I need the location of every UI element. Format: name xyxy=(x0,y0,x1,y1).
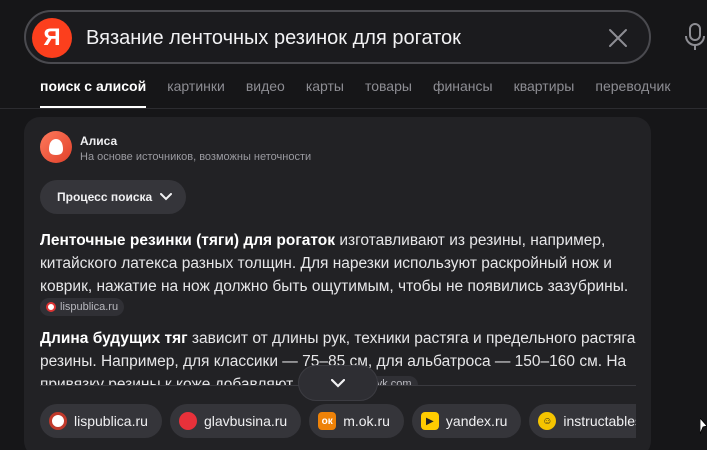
tab-video[interactable]: видео xyxy=(246,78,285,108)
clear-icon[interactable] xyxy=(607,27,629,49)
tab-maps[interactable]: карты xyxy=(306,78,344,108)
tab-finance[interactable]: финансы xyxy=(433,78,493,108)
source-label: lispublica.ru xyxy=(74,413,148,429)
source-chip-lispublica[interactable]: lispublica.ru xyxy=(40,298,125,316)
source-list: lispublica.ru glavbusina.ru ок m.ok.ru ▶… xyxy=(40,404,636,438)
search-tabs: поиск с алисой картинки видео карты това… xyxy=(40,78,691,108)
chevron-down-icon xyxy=(160,193,173,201)
instructables-favicon-icon: ☺ xyxy=(538,412,557,430)
tabs-divider xyxy=(0,108,707,109)
answer-highlight: Длина будущих тяг xyxy=(40,330,188,347)
mouse-cursor-icon xyxy=(699,416,707,435)
tab-images[interactable]: картинки xyxy=(167,78,225,108)
source-instructables[interactable]: ☺ instructables.c xyxy=(529,404,636,438)
expand-answer-button[interactable] xyxy=(298,365,378,401)
source-chip-label: vk.com xyxy=(376,378,412,385)
lispublica-icon xyxy=(46,302,56,312)
search-process-button[interactable]: Процесс поиска xyxy=(40,180,187,214)
source-label: instructables.c xyxy=(563,413,636,429)
microphone-icon[interactable] xyxy=(683,22,707,52)
search-bar[interactable]: Я Вязание ленточных резинок для рогаток xyxy=(24,10,651,64)
answer-paragraph: Ленточные резинки (тяги) для рогаток изг… xyxy=(40,229,636,321)
lispublica-favicon-icon xyxy=(49,412,67,430)
source-label: yandex.ru xyxy=(445,413,508,429)
source-chip-label: lispublica.ru xyxy=(60,300,119,313)
search-results-page: Я Вязание ленточных резинок для рогаток … xyxy=(0,0,707,450)
source-glavbusina[interactable]: glavbusina.ru xyxy=(169,404,302,438)
ok-favicon-icon: ок xyxy=(318,412,337,430)
source-ok[interactable]: ок m.ok.ru xyxy=(309,404,404,438)
chevron-down-icon xyxy=(331,378,345,388)
tab-products[interactable]: товары xyxy=(365,78,412,108)
alice-disclaimer: На основе источников, возможны неточност… xyxy=(80,151,312,163)
alice-name: Алиса xyxy=(80,134,118,148)
tab-apartments[interactable]: квартиры xyxy=(514,78,575,108)
answer-text: Ленточные резинки (тяги) для рогаток изг… xyxy=(40,229,636,385)
source-label: m.ok.ru xyxy=(343,413,390,429)
source-lispublica[interactable]: lispublica.ru xyxy=(40,404,162,438)
tab-translator[interactable]: переводчик xyxy=(595,78,670,108)
source-label: glavbusina.ru xyxy=(203,413,288,429)
yandex-play-favicon-icon: ▶ xyxy=(420,412,439,430)
alice-answer-card: Алиса На основе источников, возможны нет… xyxy=(24,117,651,450)
glavbusina-favicon-icon xyxy=(178,412,197,430)
yandex-logo[interactable]: Я xyxy=(32,18,72,58)
search-input[interactable]: Вязание ленточных резинок для рогаток xyxy=(86,27,461,50)
source-yandex[interactable]: ▶ yandex.ru xyxy=(411,404,522,438)
search-process-label: Процесс поиска xyxy=(57,190,153,204)
alice-avatar xyxy=(40,131,72,163)
answer-highlight: Ленточные резинки (тяги) для рогаток xyxy=(40,232,336,249)
tab-alice-search[interactable]: поиск с алисой xyxy=(40,78,147,108)
